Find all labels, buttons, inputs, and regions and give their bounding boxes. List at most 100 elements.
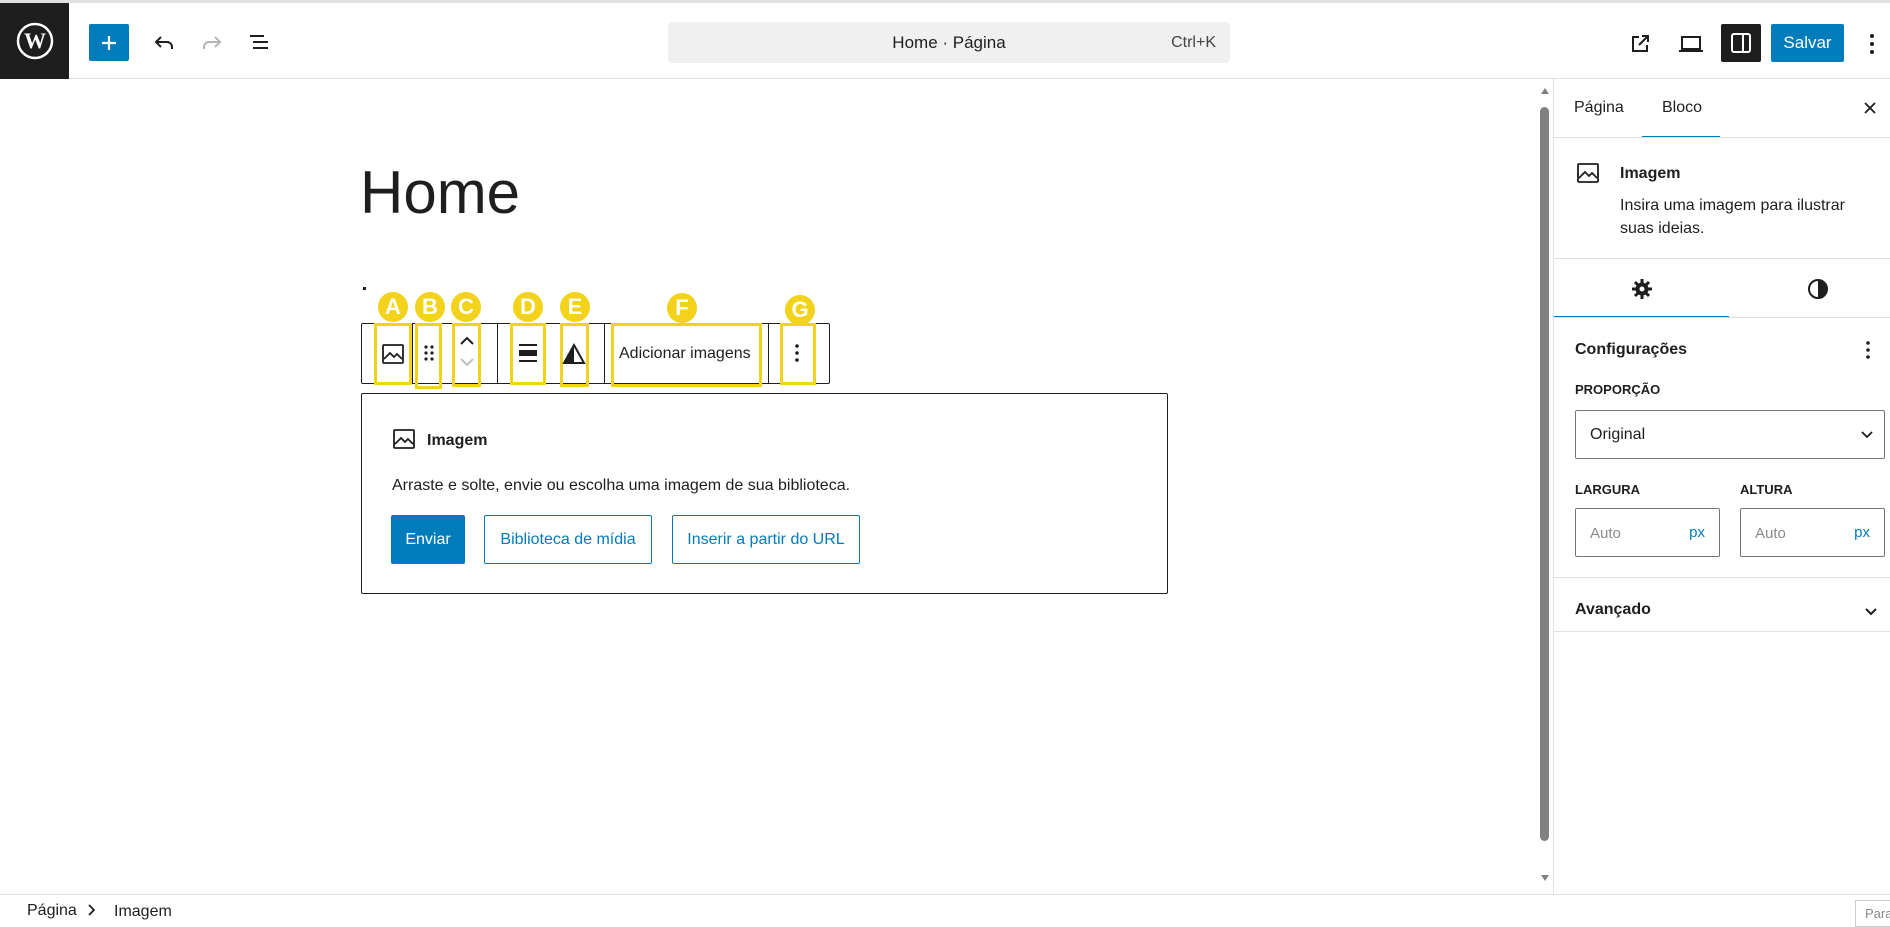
settings-panel-title[interactable]: Configurações: [1575, 341, 1687, 359]
top-toolbar: W Home · Página Ctrl+K Salvar: [0, 0, 1890, 79]
settings-sidebar: Página Bloco Imagem Insira uma imagem pa…: [1553, 79, 1890, 894]
shortcut-hint: Ctrl+K: [1171, 34, 1216, 51]
marker-badge-g: G: [785, 295, 815, 325]
settings-options-button[interactable]: [1865, 340, 1871, 360]
toolbar-separator: [604, 324, 605, 383]
styles-tab[interactable]: [1807, 278, 1829, 300]
marker-badge-d: D: [513, 292, 543, 322]
svg-text:W: W: [24, 28, 46, 53]
close-icon: [1864, 102, 1876, 114]
align-none-icon: [519, 344, 537, 362]
block-options-button[interactable]: [794, 343, 800, 363]
external-link-icon: [1632, 35, 1649, 52]
media-library-button[interactable]: Biblioteca de mídia: [484, 515, 652, 564]
divider: [1554, 137, 1890, 138]
tab-block[interactable]: Bloco: [1662, 99, 1702, 117]
partial-button[interactable]: Parar: [1855, 900, 1890, 927]
block-card-title: Imagem: [1620, 165, 1681, 182]
undo-icon: [154, 36, 173, 49]
chevron-down-icon: [1861, 431, 1873, 439]
breadcrumb-item-page[interactable]: Página: [27, 902, 77, 920]
sidebar-icon: [1731, 33, 1751, 53]
divider: [1554, 258, 1890, 259]
document-title: Home · Página: [892, 33, 1006, 52]
block-card-description: Insira uma imagem para ilustrar suas ide…: [1620, 197, 1845, 237]
marker-box-c: [452, 323, 481, 387]
width-input[interactable]: Auto px: [1575, 508, 1720, 557]
more-vertical-icon: [1866, 341, 1870, 359]
width-label: LARGURA: [1575, 482, 1640, 497]
list-view-icon: [250, 35, 268, 49]
breadcrumb-item-image[interactable]: Imagem: [114, 903, 172, 921]
undo-button[interactable]: [148, 26, 180, 58]
more-vertical-icon: [795, 344, 799, 362]
wordpress-icon: W: [16, 22, 53, 60]
filter-triangle-icon: [562, 342, 586, 364]
scroll-down-arrow-icon: [1541, 875, 1549, 881]
toolbar-separator: [497, 324, 498, 383]
more-vertical-icon: [1870, 34, 1874, 54]
move-down-button[interactable]: [459, 356, 475, 368]
scroll-up-arrow-icon: [1541, 88, 1549, 94]
height-unit[interactable]: px: [1854, 524, 1870, 541]
drag-handle[interactable]: [423, 344, 435, 362]
breadcrumb-separator-icon: [86, 903, 96, 917]
height-input[interactable]: Auto px: [1740, 508, 1885, 557]
width-placeholder: Auto: [1590, 525, 1621, 542]
divider: [1554, 631, 1890, 632]
width-unit[interactable]: px: [1689, 524, 1705, 541]
save-button[interactable]: Salvar: [1771, 24, 1844, 62]
chevron-down-icon: [1865, 608, 1877, 616]
aspect-ratio-label: PROPORÇÃO: [1575, 382, 1661, 397]
gear-icon: [1632, 279, 1652, 299]
divider: [1554, 317, 1890, 318]
chevron-down-icon: [460, 358, 474, 367]
image-icon: [1577, 163, 1599, 183]
aspect-ratio-select[interactable]: Original: [1575, 410, 1885, 459]
redo-icon: [203, 36, 222, 49]
command-palette-bar[interactable]: Home · Página Ctrl+K: [668, 22, 1230, 63]
preview-button[interactable]: [1674, 28, 1708, 60]
image-block-placeholder[interactable]: Imagem Arraste e solte, envie ou escolha…: [361, 393, 1168, 594]
advanced-expand-button[interactable]: [1864, 607, 1878, 617]
chevron-right-icon: [88, 904, 96, 916]
wordpress-logo-button[interactable]: W: [0, 3, 69, 79]
options-menu-button[interactable]: [1860, 28, 1884, 60]
empty-paragraph-marker: [363, 287, 366, 290]
add-images-button[interactable]: Adicionar imagens: [619, 345, 751, 363]
upload-button[interactable]: Enviar: [391, 515, 465, 564]
marker-badge-e: E: [560, 292, 590, 322]
align-button[interactable]: [516, 341, 540, 365]
breadcrumb: Página Imagem Parar: [0, 894, 1890, 927]
advanced-panel-toggle[interactable]: Avançado: [1575, 601, 1651, 619]
add-block-button[interactable]: [89, 24, 129, 61]
close-sidebar-button[interactable]: [1862, 100, 1878, 116]
page-title[interactable]: Home: [360, 158, 520, 227]
settings-sidebar-toggle[interactable]: [1721, 24, 1761, 62]
marker-badge-c: C: [451, 292, 481, 322]
chevron-up-icon: [460, 336, 474, 345]
marker-badge-b: B: [415, 292, 445, 322]
view-page-button[interactable]: [1624, 28, 1656, 60]
toolbar-separator: [768, 324, 769, 383]
tab-page[interactable]: Página: [1574, 99, 1624, 117]
marker-badge-f: F: [667, 293, 697, 323]
laptop-icon: [1679, 36, 1703, 52]
settings-tab[interactable]: [1631, 278, 1653, 300]
plus-icon: [102, 35, 116, 50]
move-up-button[interactable]: [459, 335, 475, 347]
height-label: ALTURA: [1740, 482, 1793, 497]
insert-from-url-button[interactable]: Inserir a partir do URL: [672, 515, 860, 564]
image-icon: [382, 344, 404, 364]
aspect-ratio-value: Original: [1590, 426, 1646, 443]
contrast-icon: [1808, 279, 1828, 299]
toolbar-separator: [412, 324, 413, 383]
height-placeholder: Auto: [1755, 525, 1786, 542]
image-icon: [393, 429, 415, 449]
scrollbar-thumb[interactable]: [1540, 107, 1549, 841]
duotone-filter-button[interactable]: [562, 342, 586, 366]
block-type-button[interactable]: [381, 342, 405, 366]
placeholder-description: Arraste e solte, envie ou escolha uma im…: [392, 477, 851, 494]
document-overview-button[interactable]: [243, 26, 275, 58]
redo-button[interactable]: [196, 26, 228, 58]
